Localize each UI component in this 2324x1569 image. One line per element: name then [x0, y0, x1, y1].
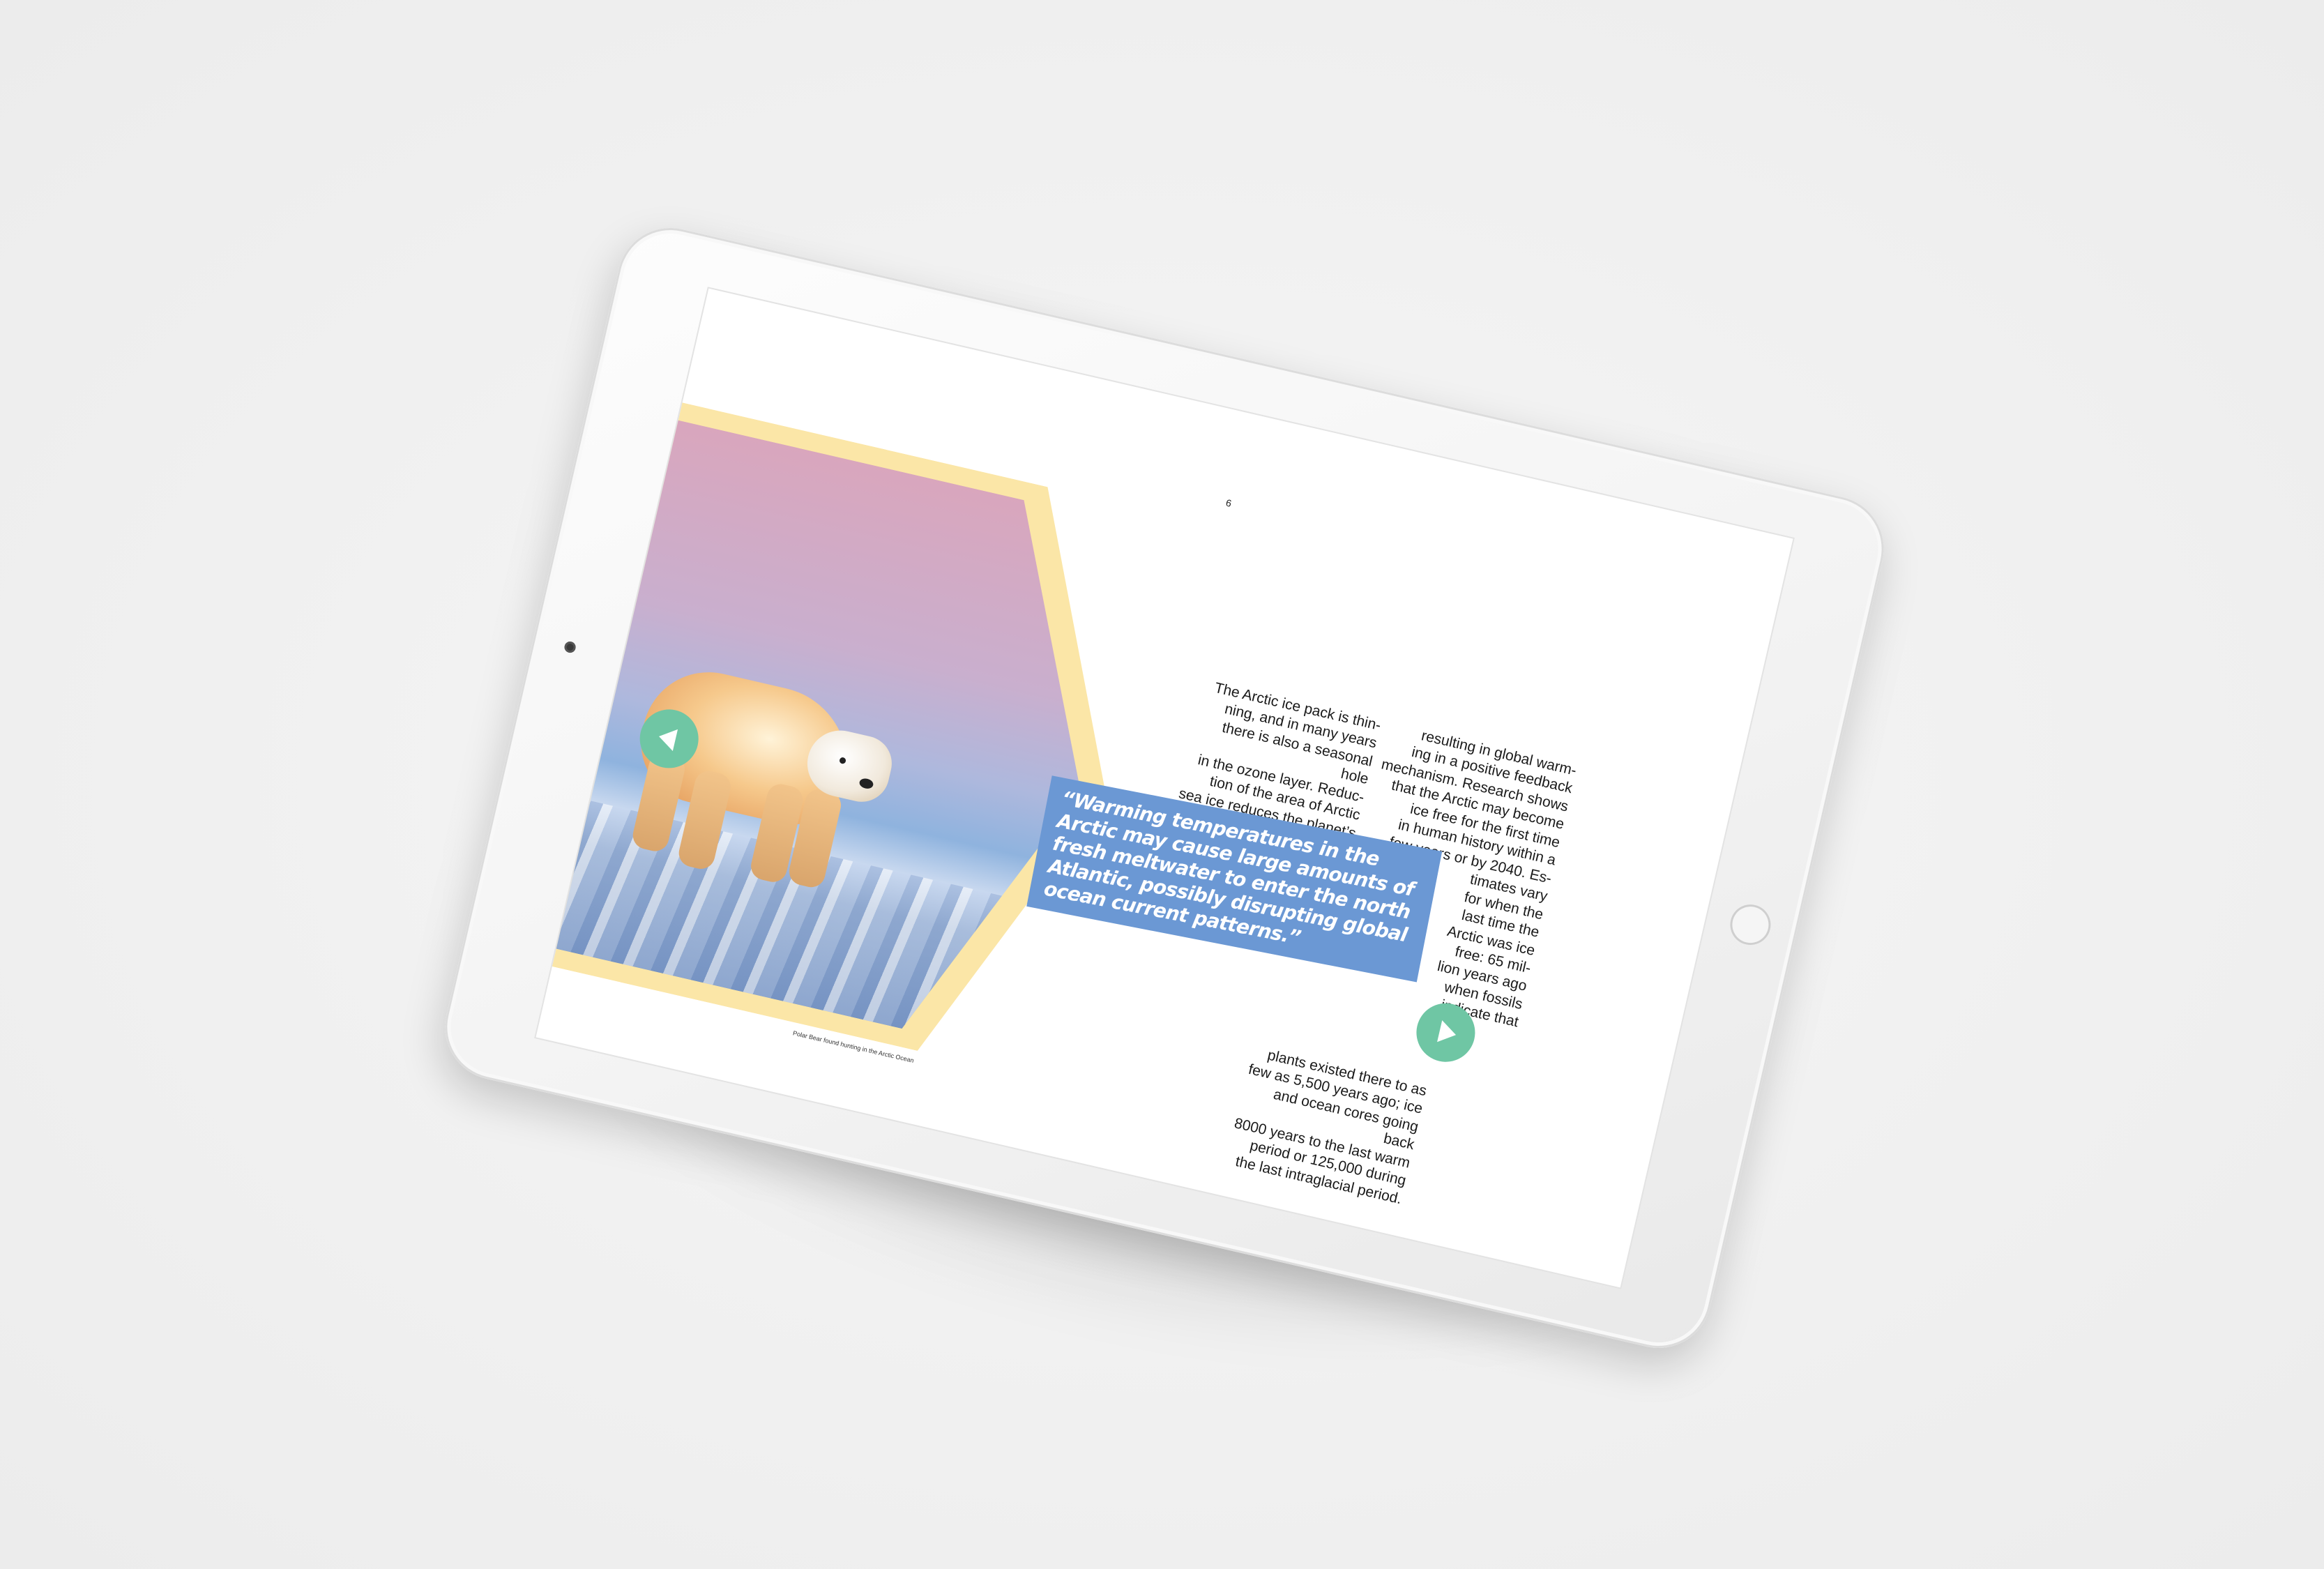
- front-camera: [563, 640, 577, 654]
- chevron-left-icon: [656, 725, 678, 752]
- home-button[interactable]: [1726, 900, 1775, 949]
- mockup-background: 6 Polar Bear found hunting in the Arctic…: [0, 0, 2324, 1569]
- article-column-3: plants existed there to as few as 5,500 …: [1232, 1047, 1429, 1208]
- page-number: 6: [1224, 497, 1233, 509]
- chevron-right-icon: [1437, 1020, 1459, 1046]
